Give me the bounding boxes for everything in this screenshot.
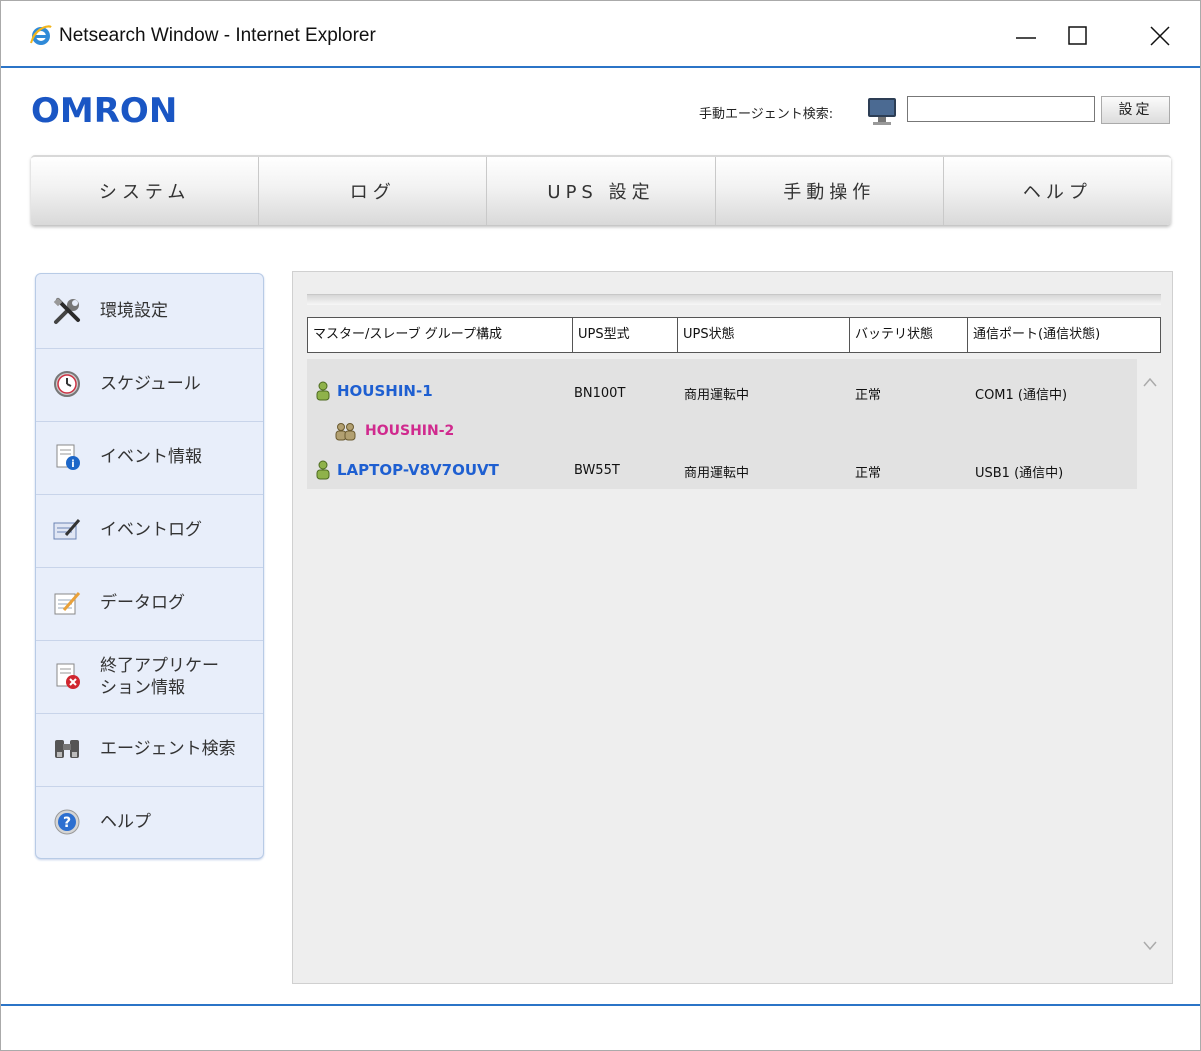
agent-name-link[interactable]: LAPTOP-V8V7OUVT <box>337 461 499 479</box>
title-separator <box>1 66 1200 68</box>
column-header-ups-model: UPS型式 <box>573 318 678 352</box>
ups-model: BW55T <box>574 463 620 478</box>
monitor-icon[interactable] <box>865 95 899 129</box>
sidebar-item-label: エージェント検索 <box>100 739 236 759</box>
agent-name-link[interactable]: HOUSHIN-2 <box>365 423 454 439</box>
tools-icon <box>53 297 80 324</box>
sidebar: 環境設定 スケジュール i イベント情報 イベントログ データログ 終了アプリケ… <box>35 273 264 859</box>
document-error-icon <box>56 663 80 689</box>
ups-status: 商用運転中 <box>684 388 750 403</box>
sidebar-item-label: ヘルプ <box>100 812 151 832</box>
manual-agent-search-label: 手動エージェント検索: <box>699 107 834 122</box>
ups-status: 商用運転中 <box>684 466 750 481</box>
sidebar-item-agent-search[interactable]: エージェント検索 <box>36 712 263 787</box>
sidebar-item-shutdown-app-info[interactable]: 終了アプリケー ション情報 <box>36 639 263 714</box>
table-header-bar <box>307 294 1161 305</box>
svg-text:i: i <box>71 459 74 470</box>
sidebar-item-environment-settings[interactable]: 環境設定 <box>36 274 263 349</box>
sidebar-item-label-line1: 終了アプリケー <box>100 656 219 676</box>
sidebar-item-schedule[interactable]: スケジュール <box>36 347 263 422</box>
agent-name-link[interactable]: HOUSHIN-1 <box>337 382 433 400</box>
window-title: Netsearch Window - Internet Explorer <box>59 25 376 46</box>
ups-model: BN100T <box>574 386 626 401</box>
sidebar-item-help[interactable]: ? ヘルプ <box>36 785 263 859</box>
column-header-ups-status: UPS状態 <box>678 318 850 352</box>
main-nav: システム ログ UPS 設定 手動操作 ヘルプ <box>31 155 1171 225</box>
internet-explorer-icon <box>30 25 52 45</box>
table-header: マスター/スレーブ グループ構成 UPS型式 UPS状態 バッテリ状態 通信ポー… <box>307 317 1161 353</box>
maximize-icon <box>1068 26 1087 45</box>
sidebar-item-label: 環境設定 <box>100 301 168 321</box>
comm-port: COM1 (通信中) <box>975 388 1068 403</box>
sidebar-item-label: データログ <box>100 593 185 613</box>
sidebar-item-label: イベント情報 <box>100 447 202 467</box>
info-document-icon: i <box>56 444 80 470</box>
title-bar: Netsearch Window - Internet Explorer <box>1 1 1200 67</box>
column-header-group: マスター/スレーブ グループ構成 <box>308 318 573 352</box>
maximize-button[interactable] <box>1053 11 1103 61</box>
comm-port: USB1 (通信中) <box>975 466 1064 481</box>
agent-search-input[interactable] <box>907 96 1095 122</box>
close-icon <box>1150 26 1170 46</box>
minimize-button[interactable] <box>1001 11 1051 61</box>
column-header-port: 通信ポート(通信状態) <box>973 327 1101 342</box>
clock-icon <box>54 371 80 397</box>
slave-agent-icon <box>335 423 356 441</box>
master-agent-icon <box>316 381 330 401</box>
column-header-battery-status: バッテリ状態 <box>850 318 968 352</box>
sidebar-item-label: 終了アプリケー ション情報 <box>100 655 219 699</box>
scroll-down-icon[interactable] <box>1142 939 1158 951</box>
nav-manual-operation[interactable]: 手動操作 <box>716 157 944 225</box>
minimize-icon <box>1016 37 1036 39</box>
nav-log[interactable]: ログ <box>259 157 488 225</box>
sidebar-item-event-log[interactable]: イベントログ <box>36 493 263 568</box>
notepad-icon <box>54 592 81 615</box>
omron-logo: OMRON <box>31 91 178 131</box>
sidebar-item-label-line2: ション情報 <box>100 678 185 698</box>
binoculars-icon <box>55 740 79 758</box>
scroll-up-icon[interactable] <box>1142 376 1158 388</box>
nav-ups-settings[interactable]: UPS 設定 <box>487 157 716 225</box>
help-icon: ? <box>54 809 80 835</box>
nav-help[interactable]: ヘルプ <box>944 157 1171 225</box>
sidebar-item-data-log[interactable]: データログ <box>36 566 263 641</box>
battery-status: 正常 <box>855 388 882 403</box>
status-bar-separator <box>1 1004 1200 1006</box>
edit-log-icon <box>53 519 81 540</box>
set-button[interactable]: 設定 <box>1101 96 1170 124</box>
nav-system[interactable]: システム <box>31 157 260 225</box>
sidebar-item-event-info[interactable]: i イベント情報 <box>36 420 263 495</box>
sidebar-item-label: スケジュール <box>100 374 201 394</box>
browser-window: Netsearch Window - Internet Explorer OMR… <box>0 0 1201 1051</box>
close-button[interactable] <box>1135 11 1185 61</box>
svg-text:?: ? <box>63 815 71 831</box>
sidebar-item-label: イベントログ <box>100 520 202 540</box>
master-agent-icon <box>316 460 330 480</box>
battery-status: 正常 <box>855 466 882 481</box>
